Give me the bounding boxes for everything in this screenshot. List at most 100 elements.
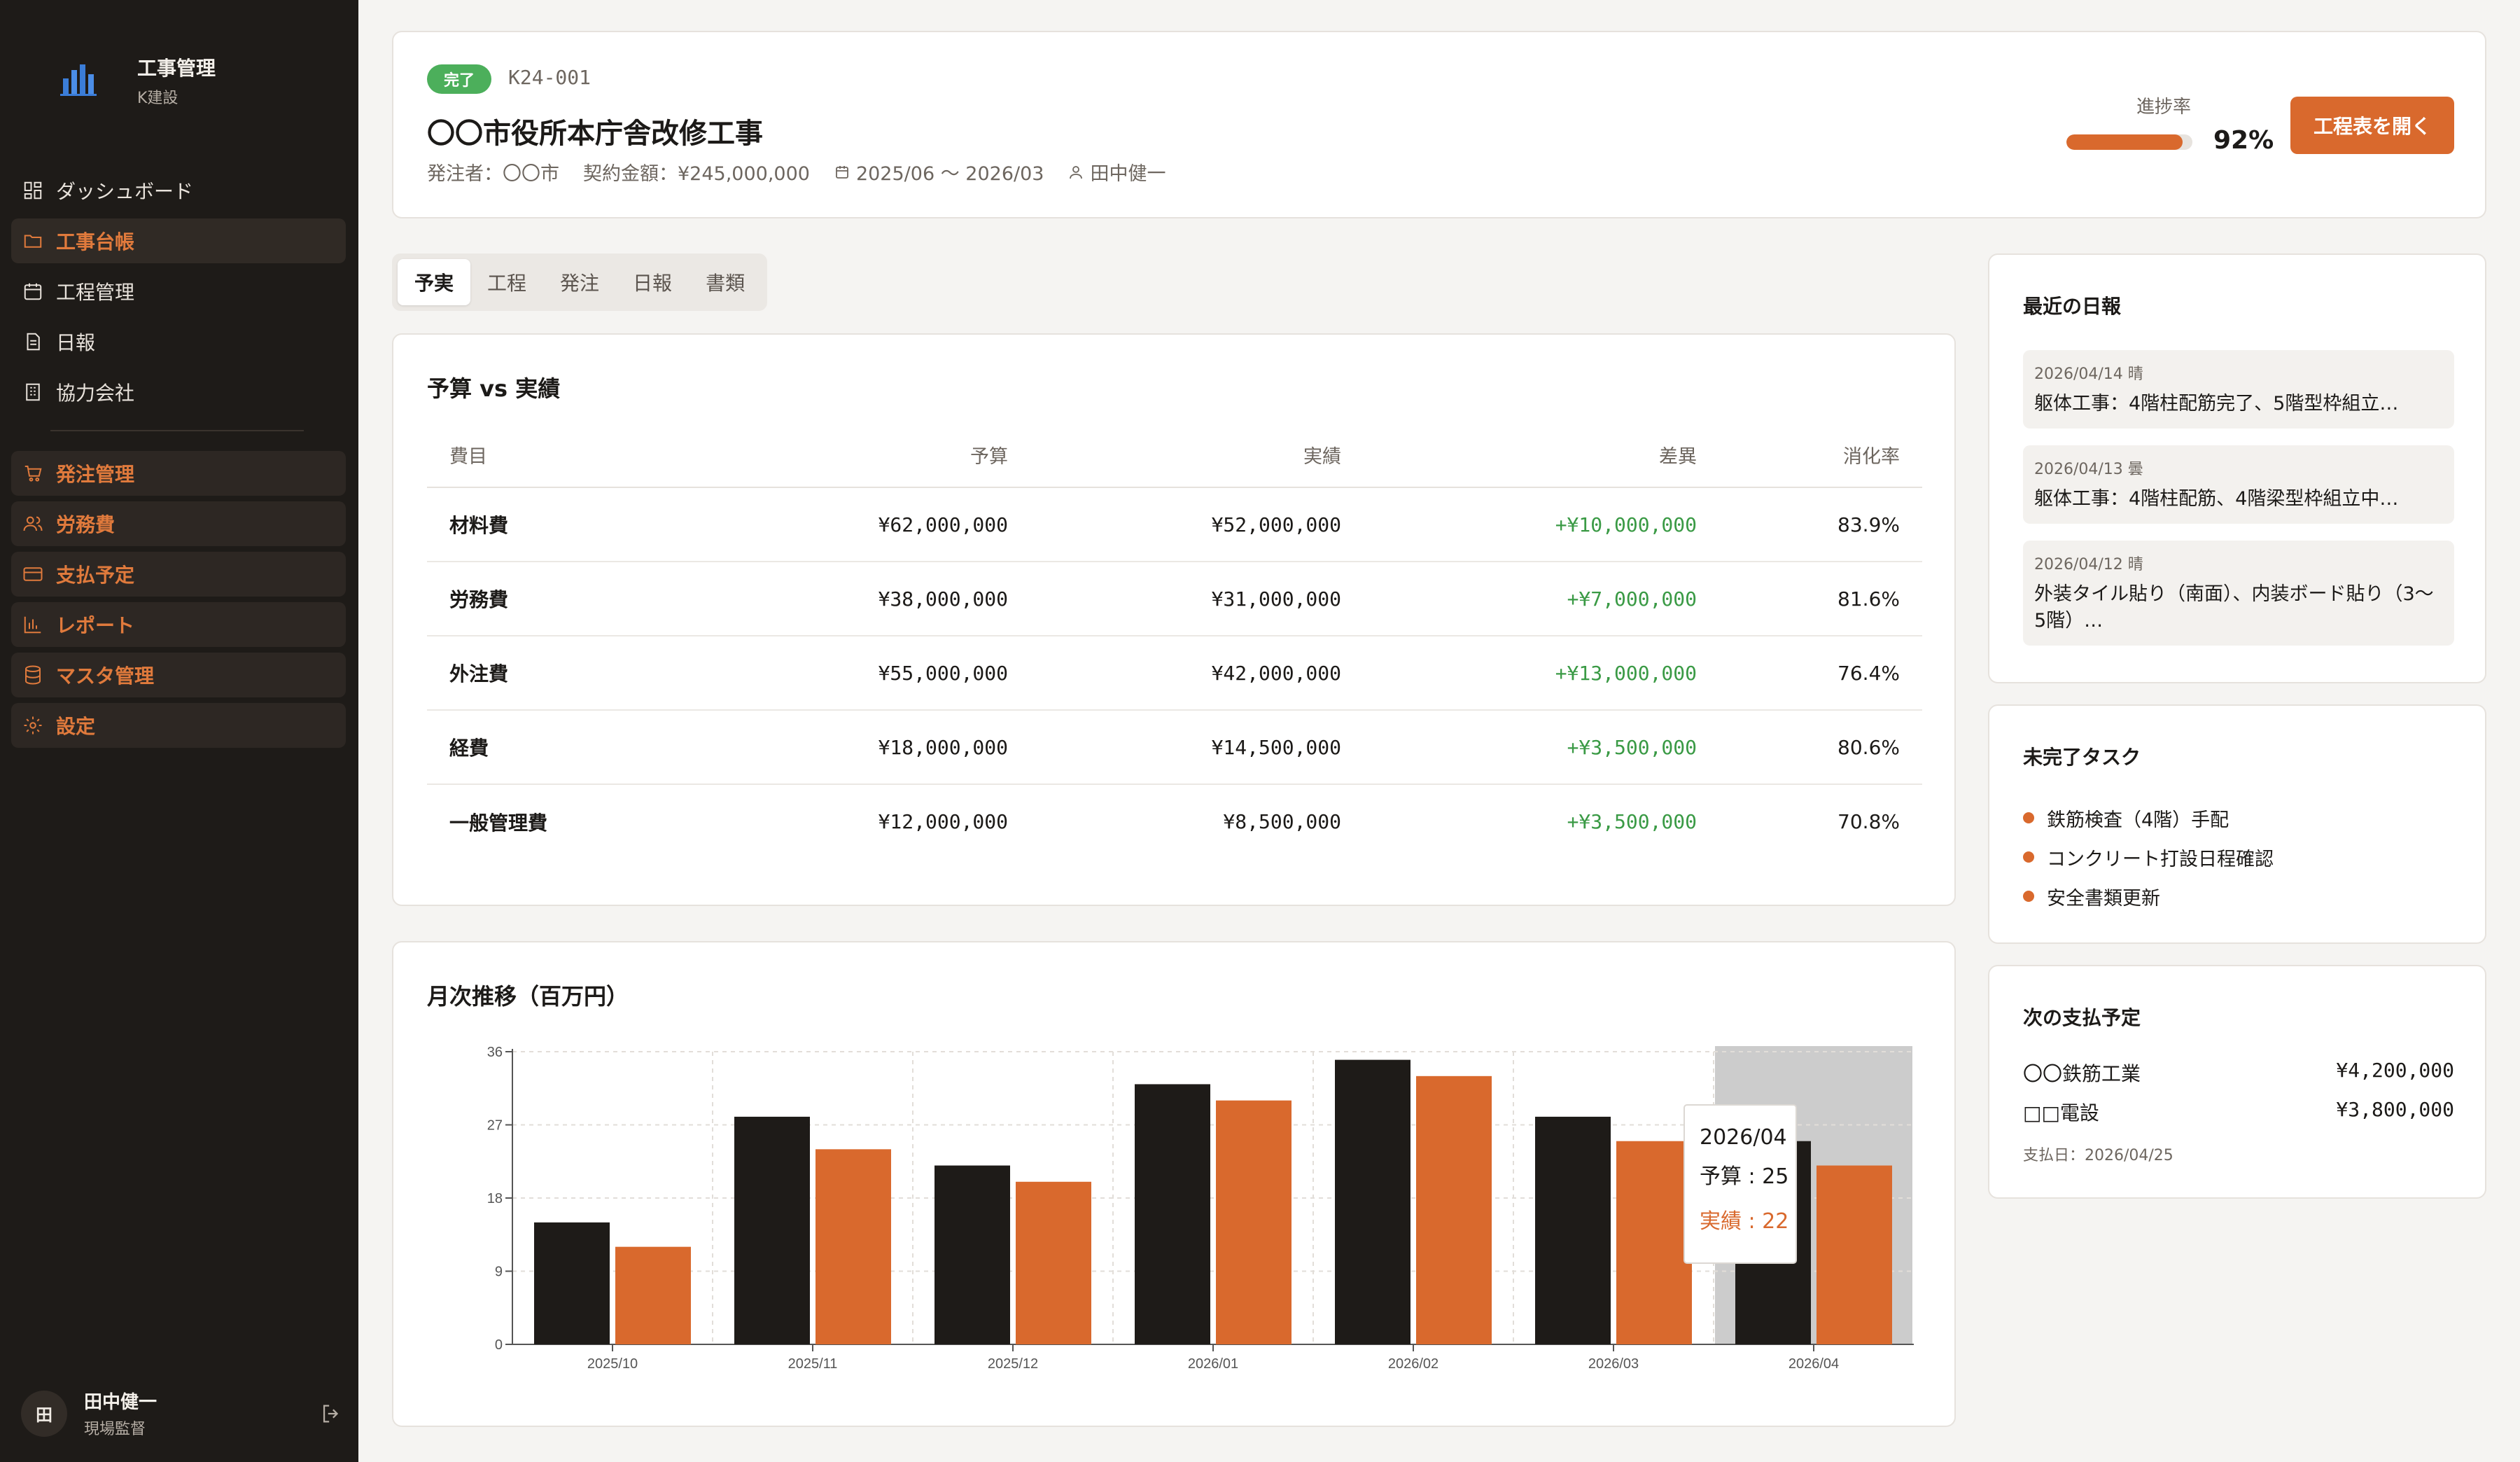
- monthly-bar-chart[interactable]: 0 9 18 27 36 2025/10 2025/11 2025/12 2026/01 2026…: [393, 942, 1954, 1426]
- consumption-cell: 83.9%: [1697, 487, 1922, 562]
- budget-bar: [1535, 1116, 1611, 1344]
- person-icon: [1070, 165, 1083, 179]
- sidebar-item-orders[interactable]: 発注管理: [11, 451, 346, 496]
- bar-chart-icon: [24, 616, 41, 634]
- budget-title: 予算 vs 実績: [427, 375, 561, 402]
- payment-vendor: 〇〇鉄筋工業: [2023, 1062, 2141, 1085]
- actual-bar: [1616, 1141, 1692, 1344]
- open-schedule-button[interactable]: 工程表を開く: [2290, 97, 2454, 154]
- sidebar-item-reports[interactable]: レポート: [11, 602, 346, 647]
- table-row[interactable]: 経費 ¥18,000,000 ¥14,500,000 +¥3,500,000 8…: [427, 710, 1922, 785]
- table-row[interactable]: 材料費 ¥62,000,000 ¥52,000,000 +¥10,000,000…: [427, 487, 1922, 562]
- task-item[interactable]: コンクリート打設日程確認: [2023, 837, 2274, 877]
- project-client: 発注者：〇〇市: [427, 163, 559, 185]
- user-profile: 田 田中健一 現場監督: [21, 1388, 343, 1439]
- sidebar-item-daily-report[interactable]: 日報: [11, 319, 346, 364]
- sidebar-item-label: 協力会社: [56, 382, 135, 405]
- logout-icon[interactable]: [319, 1402, 343, 1426]
- actual-cell: ¥42,000,000: [1008, 636, 1341, 711]
- actual-bar: [816, 1149, 891, 1344]
- tab-bar: 予実 工程 発注 日報 書類: [392, 253, 768, 311]
- open-tasks-title: 未完了タスク: [2023, 746, 2141, 769]
- project-period-wrap: 2025/06 〜 2026/03: [834, 158, 1044, 186]
- table-row[interactable]: 一般管理費 ¥12,000,000 ¥8,500,000 +¥3,500,000…: [427, 784, 1922, 858]
- next-payments-card: 次の支払予定 〇〇鉄筋工業 ¥4,200,000 □□電設 ¥3,800,000…: [1988, 965, 2486, 1199]
- budget-table: 費目 予算 実績 差異 消化率 材料費 ¥62,000,000 ¥52,000,…: [427, 423, 1922, 858]
- consumption-cell: 80.6%: [1697, 710, 1922, 785]
- project-header: 完了 K24-001 〇〇市役所本庁舎改修工事 発注者：〇〇市 契約金額：¥24…: [392, 31, 2486, 218]
- cost-item: 材料費: [427, 487, 693, 562]
- sidebar-nav: ダッシュボード 工事台帳 工程管理 日報 協力会社 発注管理 労務費 支払予定 …: [11, 168, 346, 753]
- report-item[interactable]: 2026/04/12 晴 外装タイル貼り（南面）、内装ボード貼り（3〜5階）…: [2023, 541, 2454, 646]
- variance-cell: +¥7,000,000: [1341, 562, 1697, 636]
- contract-amount: 契約金額：¥245,000,000: [583, 163, 810, 185]
- project-manager: 田中健一: [1090, 163, 1166, 185]
- variance-cell: +¥3,500,000: [1567, 810, 1697, 833]
- open-tasks-card: 未完了タスク 鉄筋検査（4階）手配 コンクリート打設日程確認 安全書類更新: [1988, 704, 2486, 944]
- payment-row[interactable]: 〇〇鉄筋工業 ¥4,200,000: [2023, 1059, 2454, 1087]
- bullet-icon: [2023, 891, 2034, 902]
- x-tick-label: 2025/11: [788, 1356, 838, 1372]
- page-title: 〇〇市役所本庁舎改修工事: [427, 118, 763, 150]
- variance-cell: +¥3,500,000: [1341, 710, 1697, 785]
- sidebar-item-label: マスタ管理: [56, 664, 155, 688]
- x-tick-label: 2025/10: [587, 1356, 638, 1372]
- sidebar-item-dashboard[interactable]: ダッシュボード: [11, 168, 346, 213]
- actual-bar: [1416, 1075, 1492, 1344]
- actual-bar: [1216, 1100, 1292, 1344]
- tab-schedule[interactable]: 工程: [470, 259, 543, 305]
- users-icon: [23, 516, 43, 531]
- sidebar-item-payments[interactable]: 支払予定: [11, 552, 346, 597]
- budget-bar: [1135, 1084, 1210, 1344]
- sidebar-item-label: 労務費: [56, 513, 115, 536]
- sidebar-item-settings[interactable]: 設定: [11, 703, 346, 748]
- tab-daily-report[interactable]: 日報: [616, 259, 689, 305]
- task-label: 安全書類更新: [2047, 887, 2160, 910]
- budget-bar: [534, 1222, 610, 1344]
- variance-cell: +¥13,000,000: [1341, 636, 1697, 711]
- task-label: コンクリート打設日程確認: [2047, 848, 2274, 870]
- y-tick-label: 27: [487, 1118, 503, 1134]
- report-date: 2026/04/12 晴: [2034, 556, 2143, 573]
- task-list: 鉄筋検査（4階）手配 コンクリート打設日程確認 安全書類更新: [2023, 798, 2274, 916]
- actual-cell: ¥14,500,000: [1008, 710, 1341, 785]
- avatar[interactable]: 田: [21, 1390, 67, 1437]
- tab-orders[interactable]: 発注: [543, 259, 616, 305]
- report-item[interactable]: 2026/04/13 曇 躯体工事：4階柱配筋、4階梁型枠組立中…: [2023, 445, 2454, 524]
- report-date: 2026/04/14 晴: [2034, 366, 2143, 383]
- actual-bar: [615, 1246, 691, 1344]
- report-text: 躯体工事：4階柱配筋完了、5階型枠組立…: [2034, 393, 2399, 415]
- consumption-cell: 81.6%: [1697, 562, 1922, 636]
- report-text: 外装タイル貼り（南面）、内装ボード貼り（3〜5階）…: [2034, 583, 2434, 632]
- table-row[interactable]: 外注費 ¥55,000,000 ¥42,000,000 +¥13,000,000…: [427, 636, 1922, 711]
- progress-value: 92%: [2213, 126, 2274, 155]
- sidebar-item-labor-cost[interactable]: 労務費: [11, 501, 346, 546]
- sidebar-item-label: 工事台帳: [56, 230, 135, 253]
- x-tick-label: 2025/12: [988, 1356, 1038, 1372]
- tab-budget-actual[interactable]: 予実: [398, 259, 471, 305]
- column-header: 費目: [427, 423, 693, 488]
- table-row[interactable]: 労務費 ¥38,000,000 ¥31,000,000 +¥7,000,000 …: [427, 562, 1922, 636]
- dashboard-icon: [24, 181, 42, 200]
- bullet-icon: [2023, 851, 2034, 863]
- sidebar-item-label: 発注管理: [56, 463, 135, 486]
- user-role: 現場監督: [84, 1421, 146, 1438]
- task-label: 鉄筋検査（4階）手配: [2047, 809, 2230, 831]
- sidebar-item-label: 支払予定: [56, 564, 135, 587]
- company-name: K建設: [137, 90, 178, 107]
- task-item[interactable]: 鉄筋検査（4階）手配: [2023, 798, 2274, 837]
- brand[interactable]: 工事管理 K建設: [56, 53, 216, 108]
- sidebar-item-projects[interactable]: 工事台帳: [11, 218, 346, 263]
- user-name: 田中健一: [84, 1392, 158, 1413]
- payment-row[interactable]: □□電設 ¥3,800,000: [2023, 1098, 2454, 1126]
- report-item[interactable]: 2026/04/14 晴 躯体工事：4階柱配筋完了、5階型枠組立…: [2023, 350, 2454, 429]
- budget-cell: ¥62,000,000: [693, 487, 1008, 562]
- sidebar: 工事管理 K建設 ダッシュボード 工事台帳 工程管理 日報 協力会社 発注管理: [0, 0, 358, 1462]
- tab-documents[interactable]: 書類: [689, 259, 762, 305]
- task-item[interactable]: 安全書類更新: [2023, 877, 2274, 916]
- sidebar-item-partners[interactable]: 協力会社: [11, 370, 346, 415]
- sidebar-item-schedule[interactable]: 工程管理: [11, 269, 346, 314]
- actual-cell: ¥31,000,000: [1008, 562, 1341, 636]
- actual-bar: [1816, 1165, 1892, 1344]
- sidebar-item-master[interactable]: マスタ管理: [11, 653, 346, 697]
